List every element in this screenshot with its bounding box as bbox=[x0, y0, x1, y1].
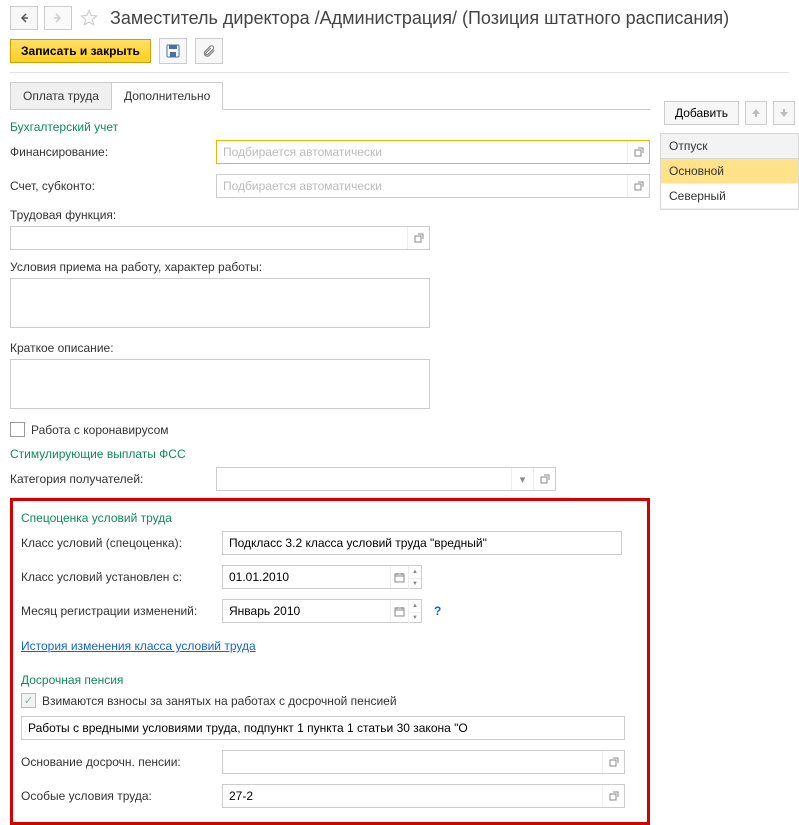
calendar-icon[interactable] bbox=[390, 600, 408, 622]
financing-label: Финансирование: bbox=[10, 145, 210, 159]
spec-month-input[interactable] bbox=[223, 600, 390, 622]
tab-pay[interactable]: Оплата труда bbox=[10, 82, 112, 110]
conditions-textarea[interactable] bbox=[10, 278, 430, 328]
vacation-header: Отпуск bbox=[661, 134, 798, 159]
move-up-button[interactable] bbox=[745, 101, 767, 125]
fss-category-label: Категория получателей: bbox=[10, 472, 210, 486]
short-desc-textarea[interactable] bbox=[10, 359, 430, 409]
pension-basis-input[interactable] bbox=[223, 751, 602, 773]
spec-title: Спецоценка условий труда bbox=[21, 511, 639, 525]
history-link[interactable]: История изменения класса условий труда bbox=[21, 639, 256, 653]
move-down-button[interactable] bbox=[773, 101, 795, 125]
list-item[interactable]: Северный bbox=[661, 184, 798, 209]
calendar-icon[interactable] bbox=[390, 566, 408, 588]
vacation-table: Отпуск Основной Северный bbox=[660, 133, 799, 210]
account-input[interactable] bbox=[217, 175, 627, 197]
spec-month-label: Месяц регистрации изменений: bbox=[21, 604, 216, 618]
list-item[interactable]: Основной bbox=[661, 159, 798, 184]
labor-function-label: Трудовая функция: bbox=[10, 208, 650, 222]
date-spinner[interactable]: ▲▼ bbox=[408, 566, 421, 590]
save-button[interactable] bbox=[159, 38, 187, 64]
labor-function-input[interactable] bbox=[11, 227, 407, 249]
spec-date-input[interactable] bbox=[223, 566, 390, 588]
special-conditions-input[interactable] bbox=[223, 785, 602, 807]
corona-checkbox[interactable] bbox=[10, 422, 25, 437]
pension-title: Досрочная пенсия bbox=[21, 673, 639, 687]
spec-class-input[interactable] bbox=[223, 532, 621, 554]
open-icon[interactable] bbox=[627, 141, 649, 163]
dropdown-icon[interactable]: ▾ bbox=[511, 468, 533, 490]
nav-back-button[interactable] bbox=[10, 6, 38, 30]
attachment-button[interactable] bbox=[195, 38, 223, 64]
accounting-section-title: Бухгалтерский учет bbox=[10, 120, 650, 134]
pension-work-input[interactable] bbox=[21, 716, 625, 740]
highlighted-section: Спецоценка условий труда Класс условий (… bbox=[10, 498, 650, 825]
favorite-star-icon[interactable] bbox=[78, 7, 100, 29]
pension-chk-label: Взимаются взносы за занятых на работах с… bbox=[42, 694, 397, 708]
open-icon[interactable] bbox=[602, 785, 624, 807]
spec-class-label: Класс условий (спецоценка): bbox=[21, 536, 216, 550]
open-icon[interactable] bbox=[627, 175, 649, 197]
financing-input[interactable] bbox=[217, 141, 627, 163]
spec-date-label: Класс условий установлен с: bbox=[21, 570, 216, 584]
tab-extra[interactable]: Дополнительно bbox=[111, 82, 223, 110]
pension-basis-label: Основание досрочн. пенсии: bbox=[21, 755, 216, 769]
fss-section-title: Стимулирующие выплаты ФСС bbox=[10, 447, 650, 461]
special-conditions-label: Особые условия труда: bbox=[21, 789, 216, 803]
help-icon[interactable]: ? bbox=[434, 604, 441, 618]
open-icon[interactable] bbox=[407, 227, 429, 249]
page-title: Заместитель директора /Администрация/ (П… bbox=[110, 8, 729, 29]
save-close-button[interactable]: Записать и закрыть bbox=[10, 39, 151, 63]
short-desc-label: Краткое описание: bbox=[10, 341, 650, 355]
pension-checkbox[interactable]: ✓ bbox=[21, 693, 36, 708]
add-button[interactable]: Добавить bbox=[664, 101, 739, 125]
fss-category-input[interactable] bbox=[217, 468, 511, 490]
open-icon[interactable] bbox=[602, 751, 624, 773]
nav-forward-button[interactable] bbox=[44, 6, 72, 30]
account-label: Счет, субконто: bbox=[10, 179, 210, 193]
corona-label: Работа с коронавирусом bbox=[31, 423, 169, 437]
conditions-label: Условия приема на работу, характер работ… bbox=[10, 260, 650, 274]
tab-bar: Оплата труда Дополнительно bbox=[10, 81, 650, 110]
open-icon[interactable] bbox=[533, 468, 555, 490]
month-spinner[interactable]: ▲▼ bbox=[408, 600, 421, 624]
